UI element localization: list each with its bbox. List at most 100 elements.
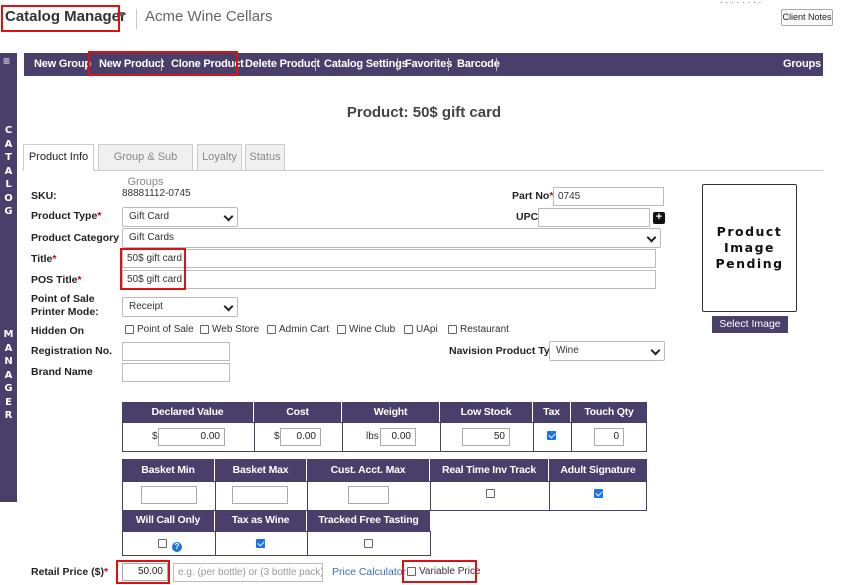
hidden-on-label: Hidden On: [31, 325, 85, 337]
tab-product-info[interactable]: Product Info: [23, 144, 94, 171]
registration-label: Registration No.: [31, 345, 113, 357]
registration-input[interactable]: [122, 342, 230, 361]
side-letter: A: [4, 342, 13, 354]
adult-signature-checkbox[interactable]: [594, 489, 603, 498]
product-category-select[interactable]: Gift Cards: [122, 228, 661, 248]
hidden-webstore-checkbox[interactable]: [200, 325, 209, 334]
tab-loyalty[interactable]: Loyalty: [197, 144, 242, 171]
nav-separator: [496, 58, 497, 71]
nav-separator: [448, 58, 449, 71]
basket-min-input[interactable]: [141, 486, 197, 504]
brand-name-input[interactable]: [122, 363, 230, 382]
grid-header-tax: Tax: [533, 402, 571, 422]
hidden-uapi-checkbox[interactable]: [404, 325, 413, 334]
part-no-input[interactable]: 0745: [553, 187, 664, 206]
weight-input[interactable]: 0.00: [380, 428, 416, 446]
side-letter: N: [4, 356, 13, 367]
hidden-wineclub-label: Wine Club: [349, 324, 396, 335]
variable-price-checkbox[interactable]: [407, 567, 416, 576]
product-type-select[interactable]: Gift Card: [122, 207, 238, 227]
pos-title-input[interactable]: 50$ gift card: [122, 270, 656, 289]
bottle-description-input[interactable]: e.g. (per bottle) or (3 bottle pack): [173, 563, 323, 582]
help-icon[interactable]: ?: [172, 542, 182, 552]
touch-qty-input[interactable]: 0: [594, 428, 624, 446]
chevron-down-icon: [650, 345, 661, 356]
catalog-settings-button[interactable]: Catalog Settings: [324, 58, 408, 70]
new-group-button[interactable]: New Group: [34, 58, 91, 70]
side-letter: E: [5, 396, 12, 408]
cust-acct-max-input[interactable]: [348, 486, 389, 504]
top-links[interactable]: · · · · · · · ·: [720, 0, 761, 7]
upc-label: UPC: [516, 211, 539, 223]
grid-header-declared-value: Declared Value: [122, 402, 254, 422]
chevron-down-icon[interactable]: [117, 12, 125, 17]
grid-header-will-call: Will Call Only: [122, 511, 215, 531]
nav-separator: [397, 58, 398, 71]
tracked-free-tasting-checkbox[interactable]: [364, 539, 373, 548]
title-input[interactable]: 50$ gift card: [122, 249, 656, 268]
retail-price-input[interactable]: 50.00: [122, 563, 168, 581]
sku-value: 88881112-0745: [122, 188, 191, 199]
nav-separator: [88, 58, 89, 71]
hidden-pos-label: Point of Sale: [137, 324, 194, 335]
side-letter: O: [4, 192, 13, 204]
grid-header-real-time-inv: Real Time Inv Track: [430, 459, 549, 481]
grid-header-weight: Weight: [342, 402, 440, 422]
side-letter: A: [4, 138, 13, 150]
header-divider: [136, 9, 137, 29]
hidden-wineclub-checkbox[interactable]: [337, 325, 346, 334]
hamburger-menu-icon[interactable]: ≡: [3, 55, 10, 67]
grid-header-cust-acct-max: Cust. Acct. Max: [307, 459, 430, 481]
basket-max-input[interactable]: [232, 486, 288, 504]
add-upc-plus-icon[interactable]: +: [653, 212, 665, 224]
hidden-admincart-checkbox[interactable]: [267, 325, 276, 334]
navision-label: Navision Product Type: [449, 345, 562, 357]
hidden-pos-checkbox[interactable]: [125, 325, 134, 334]
delete-product-button[interactable]: Delete Product: [245, 58, 320, 70]
favorites-button[interactable]: Favorites: [405, 58, 452, 70]
grid-header-cost: Cost: [254, 402, 342, 422]
title-label: Title*: [31, 253, 57, 265]
select-image-button[interactable]: Select Image: [712, 316, 788, 333]
grid-header-basket-min: Basket Min: [122, 459, 215, 481]
product-category-label: Product Category: [31, 232, 120, 244]
side-letter: L: [5, 179, 12, 190]
side-letter: A: [4, 165, 13, 177]
groups-button[interactable]: Groups: [783, 58, 821, 70]
clone-product-button[interactable]: Clone Product: [171, 58, 244, 70]
client-notes-button[interactable]: Client Notes: [781, 9, 833, 26]
pos-printer-mode-select[interactable]: Receipt: [122, 297, 238, 317]
hidden-admincart-label: Admin Cart: [279, 324, 330, 335]
cost-unit: $: [274, 431, 280, 442]
hidden-restaurant-checkbox[interactable]: [448, 325, 457, 334]
new-product-button[interactable]: New Product: [99, 58, 164, 70]
low-stock-input[interactable]: 50: [462, 428, 510, 446]
chevron-down-icon: [646, 232, 657, 243]
hidden-webstore-label: Web Store: [212, 324, 260, 335]
app-title[interactable]: Catalog Manager: [5, 8, 126, 25]
declared-value-input[interactable]: 0.00: [158, 428, 225, 446]
product-type-label: Product Type*: [31, 210, 102, 222]
upc-input[interactable]: [538, 208, 650, 227]
nav-separator: [236, 58, 237, 71]
image-pending-text: Product Image Pending: [715, 224, 784, 271]
cost-input[interactable]: 0.00: [280, 428, 321, 446]
pos-printer-mode-label: Point of Sale Printer Mode:: [31, 293, 99, 318]
retail-price-label: Retail Price ($)*: [31, 566, 109, 578]
barcode-button[interactable]: Barcode: [457, 58, 500, 70]
side-letter: R: [4, 410, 13, 421]
brand-name-label: Brand Name: [31, 366, 93, 378]
page-title: Product: 50$ gift card: [346, 104, 502, 121]
tab-group-sub-groups[interactable]: Group & Sub Groups: [98, 144, 193, 188]
navision-select[interactable]: Wine: [549, 341, 665, 361]
pos-title-label: POS Title*: [31, 274, 82, 286]
tab-status[interactable]: Status: [245, 144, 285, 171]
grid-header-low-stock: Low Stock: [440, 402, 533, 422]
will-call-checkbox[interactable]: [158, 539, 167, 548]
tax-checkbox[interactable]: [547, 431, 556, 440]
nav-separator: [161, 58, 162, 71]
tax-as-wine-checkbox[interactable]: [256, 539, 265, 548]
chevron-down-icon: [223, 301, 234, 312]
real-time-inv-checkbox[interactable]: [486, 489, 495, 498]
price-calculator-link[interactable]: Price Calculator: [332, 566, 406, 578]
